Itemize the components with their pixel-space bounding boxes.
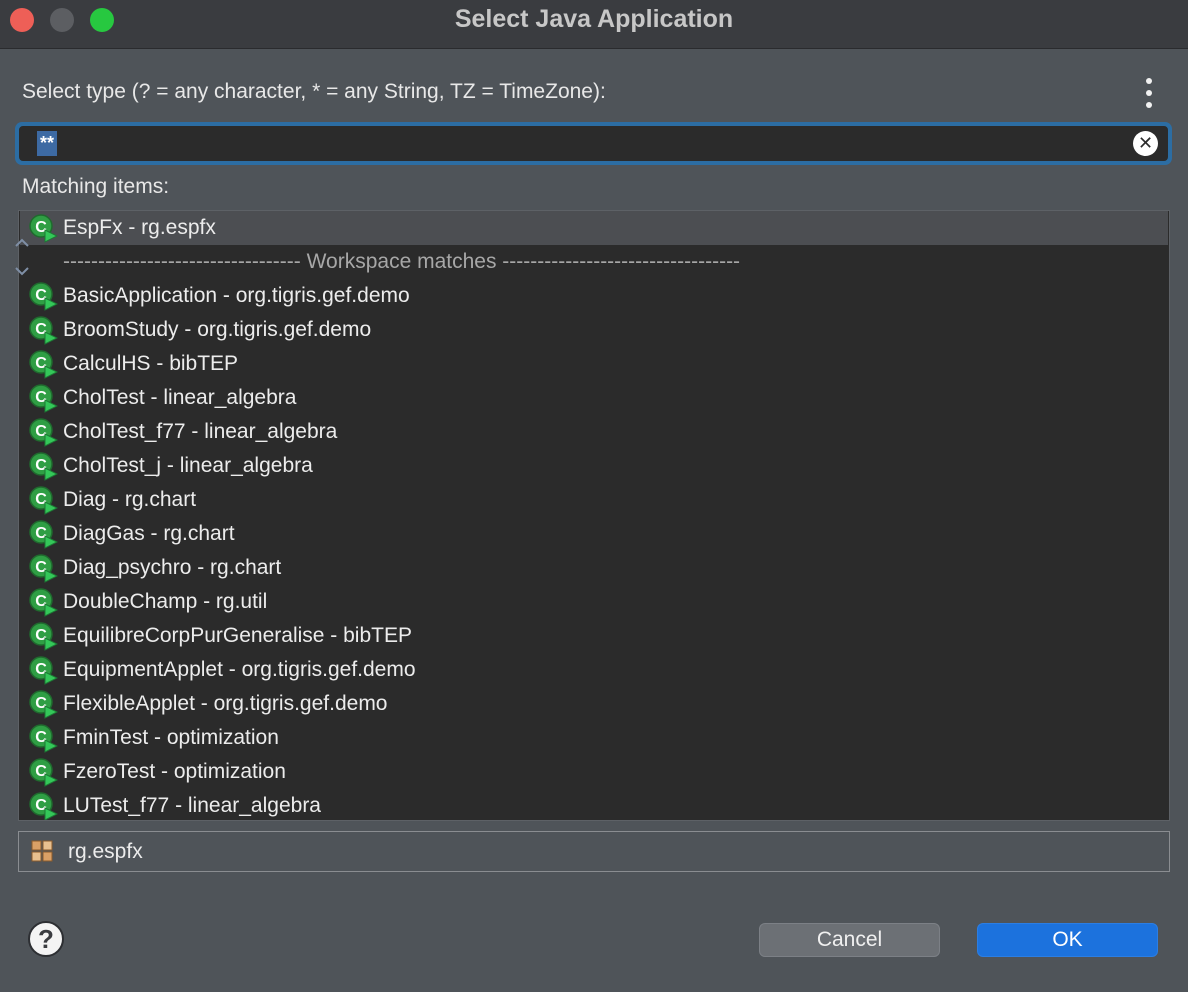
java-application-icon: C <box>29 214 58 243</box>
list-item[interactable]: C CholTest - linear_algebra <box>20 381 1168 415</box>
list-item[interactable]: C BasicApplication - org.tigris.gef.demo <box>20 279 1168 313</box>
list-item[interactable]: C FlexibleApplet - org.tigris.gef.demo <box>20 687 1168 721</box>
java-application-icon: C <box>29 418 58 447</box>
ok-button[interactable]: OK <box>977 923 1158 957</box>
list-item[interactable]: C LUTest_f77 - linear_algebra <box>20 789 1168 820</box>
list-item-label: Diag - rg.chart <box>63 488 197 511</box>
list-item-label: FlexibleApplet - org.tigris.gef.demo <box>63 692 388 715</box>
java-application-icon: C <box>29 520 58 549</box>
java-application-icon: C <box>29 316 58 345</box>
list-item-label: FminTest - optimization <box>63 726 279 749</box>
java-application-icon: C <box>29 724 58 753</box>
list-item[interactable]: C BroomStudy - org.tigris.gef.demo <box>20 313 1168 347</box>
list-item[interactable]: C DoubleChamp - rg.util <box>20 585 1168 619</box>
list-item[interactable]: C FminTest - optimization <box>20 721 1168 755</box>
java-application-icon: C <box>29 350 58 379</box>
search-label: Select type (? = any character, * = any … <box>22 80 606 103</box>
search-input-value: ** <box>37 131 58 156</box>
list-item-label: Diag_psychro - rg.chart <box>63 556 282 579</box>
package-label: rg.espfx <box>68 840 143 863</box>
java-application-icon: C <box>29 690 58 719</box>
java-application-icon: C <box>29 622 58 651</box>
java-application-icon: C <box>29 588 58 617</box>
java-application-icon: C <box>29 486 58 515</box>
help-icon[interactable]: ? <box>28 921 64 957</box>
separator-label: ---------------------------------- Works… <box>63 250 741 273</box>
list-item[interactable]: C EquilibreCorpPurGeneralise - bibTEP <box>20 619 1168 653</box>
list-item[interactable]: C DiagGas - rg.chart <box>20 517 1168 551</box>
matching-items-label: Matching items: <box>22 175 170 198</box>
java-application-icon: C <box>29 452 58 481</box>
search-input-box[interactable]: ** ✕ <box>19 126 1168 161</box>
window-title: Select Java Application <box>454 5 734 33</box>
java-application-icon: C <box>29 758 58 787</box>
java-application-icon: C <box>29 656 58 685</box>
chevron-down-icon[interactable] <box>14 266 30 276</box>
list-item[interactable]: C CalculHS - bibTEP <box>20 347 1168 381</box>
clear-search-icon[interactable]: ✕ <box>1133 131 1158 156</box>
package-icon <box>31 840 53 862</box>
cancel-button[interactable]: Cancel <box>759 923 940 957</box>
list-item-selected[interactable]: C EspFx - rg.espfx <box>20 211 1168 245</box>
list-item-label: CholTest - linear_algebra <box>63 386 297 409</box>
list-item-label: DoubleChamp - rg.util <box>63 590 268 613</box>
list-item-label: FzeroTest - optimization <box>63 760 286 783</box>
list-item-label: CholTest_f77 - linear_algebra <box>63 420 338 443</box>
list-item[interactable]: C Diag_psychro - rg.chart <box>20 551 1168 585</box>
list-item-label: EquipmentApplet - org.tigris.gef.demo <box>63 658 416 681</box>
java-application-icon: C <box>29 282 58 311</box>
list-item[interactable]: C CholTest_f77 - linear_algebra <box>20 415 1168 449</box>
list-item-label: BasicApplication - org.tigris.gef.demo <box>63 284 410 307</box>
list-item-label: CholTest_j - linear_algebra <box>63 454 313 477</box>
more-options-icon[interactable] <box>1140 78 1158 108</box>
matching-items-list[interactable]: C EspFx - rg.espfx ---------------------… <box>18 210 1170 821</box>
list-item[interactable]: C FzeroTest - optimization <box>20 755 1168 789</box>
list-item-label: DiagGas - rg.chart <box>63 522 235 545</box>
java-application-icon: C <box>29 554 58 583</box>
list-item[interactable]: C EquipmentApplet - org.tigris.gef.demo <box>20 653 1168 687</box>
list-item-label: BroomStudy - org.tigris.gef.demo <box>63 318 372 341</box>
package-field: rg.espfx <box>18 831 1170 872</box>
list-item[interactable]: C Diag - rg.chart <box>20 483 1168 517</box>
list-item-label: EspFx - rg.espfx <box>63 216 216 239</box>
search-input[interactable]: ** ✕ <box>15 122 1172 165</box>
chevron-up-icon[interactable] <box>14 238 30 248</box>
list-item-label: CalculHS - bibTEP <box>63 352 239 375</box>
workspace-matches-separator: ---------------------------------- Works… <box>20 245 1168 279</box>
java-application-icon: C <box>29 384 58 413</box>
list-item-label: EquilibreCorpPurGeneralise - bibTEP <box>63 624 412 647</box>
list-item-label: LUTest_f77 - linear_algebra <box>63 794 321 817</box>
title-bar: Select Java Application <box>0 0 1188 49</box>
list-item[interactable]: C CholTest_j - linear_algebra <box>20 449 1168 483</box>
java-application-icon: C <box>29 792 58 820</box>
